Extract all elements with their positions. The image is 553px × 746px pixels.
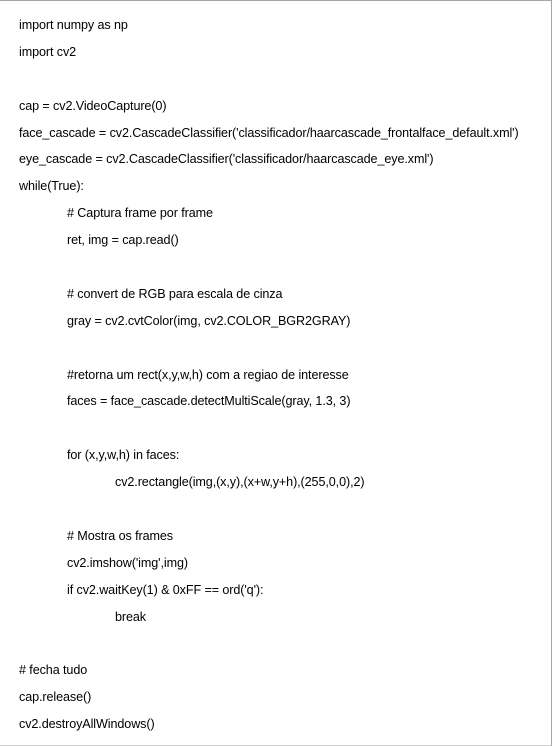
code-line: cv2.destroyAllWindows() xyxy=(19,717,155,732)
code-line: import cv2 xyxy=(19,44,77,59)
code-line: face_cascade = cv2.CascadeClassifier('cl… xyxy=(19,125,519,140)
code-block: import numpy as np import cv2 cap = cv2.… xyxy=(0,12,551,738)
code-line: gray = cv2.cvtColor(img, cv2.COLOR_BGR2G… xyxy=(67,313,351,328)
code-line: cap.release() xyxy=(19,690,92,705)
code-line: break xyxy=(115,609,147,624)
code-line: import numpy as np xyxy=(19,18,128,32)
code-line: cv2.imshow('img',img) xyxy=(67,555,188,570)
comment-line: #retorna um rect(x,y,w,h) com a regiao d… xyxy=(67,367,349,382)
comment-line: # convert de RGB para escala de cinza xyxy=(67,286,283,301)
code-line: while(True): xyxy=(19,179,84,194)
code-line: eye_cascade = cv2.CascadeClassifier('cla… xyxy=(19,152,434,167)
comment-line: # fecha tudo xyxy=(19,663,88,678)
code-line: if cv2.waitKey(1) & 0xFF == ord('q'): xyxy=(67,582,264,597)
code-line: cap = cv2.VideoCapture(0) xyxy=(19,98,167,113)
comment-line: # Mostra os frames xyxy=(67,528,173,543)
code-line: ret, img = cap.read() xyxy=(67,233,179,248)
comment-line: # Captura frame por frame xyxy=(67,206,213,221)
document-page: import numpy as np import cv2 cap = cv2.… xyxy=(0,0,552,746)
code-line: for (x,y,w,h) in faces: xyxy=(67,448,180,463)
code-line: cv2.rectangle(img,(x,y),(x+w,y+h),(255,0… xyxy=(115,475,365,490)
code-line: faces = face_cascade.detectMultiScale(gr… xyxy=(67,394,351,409)
